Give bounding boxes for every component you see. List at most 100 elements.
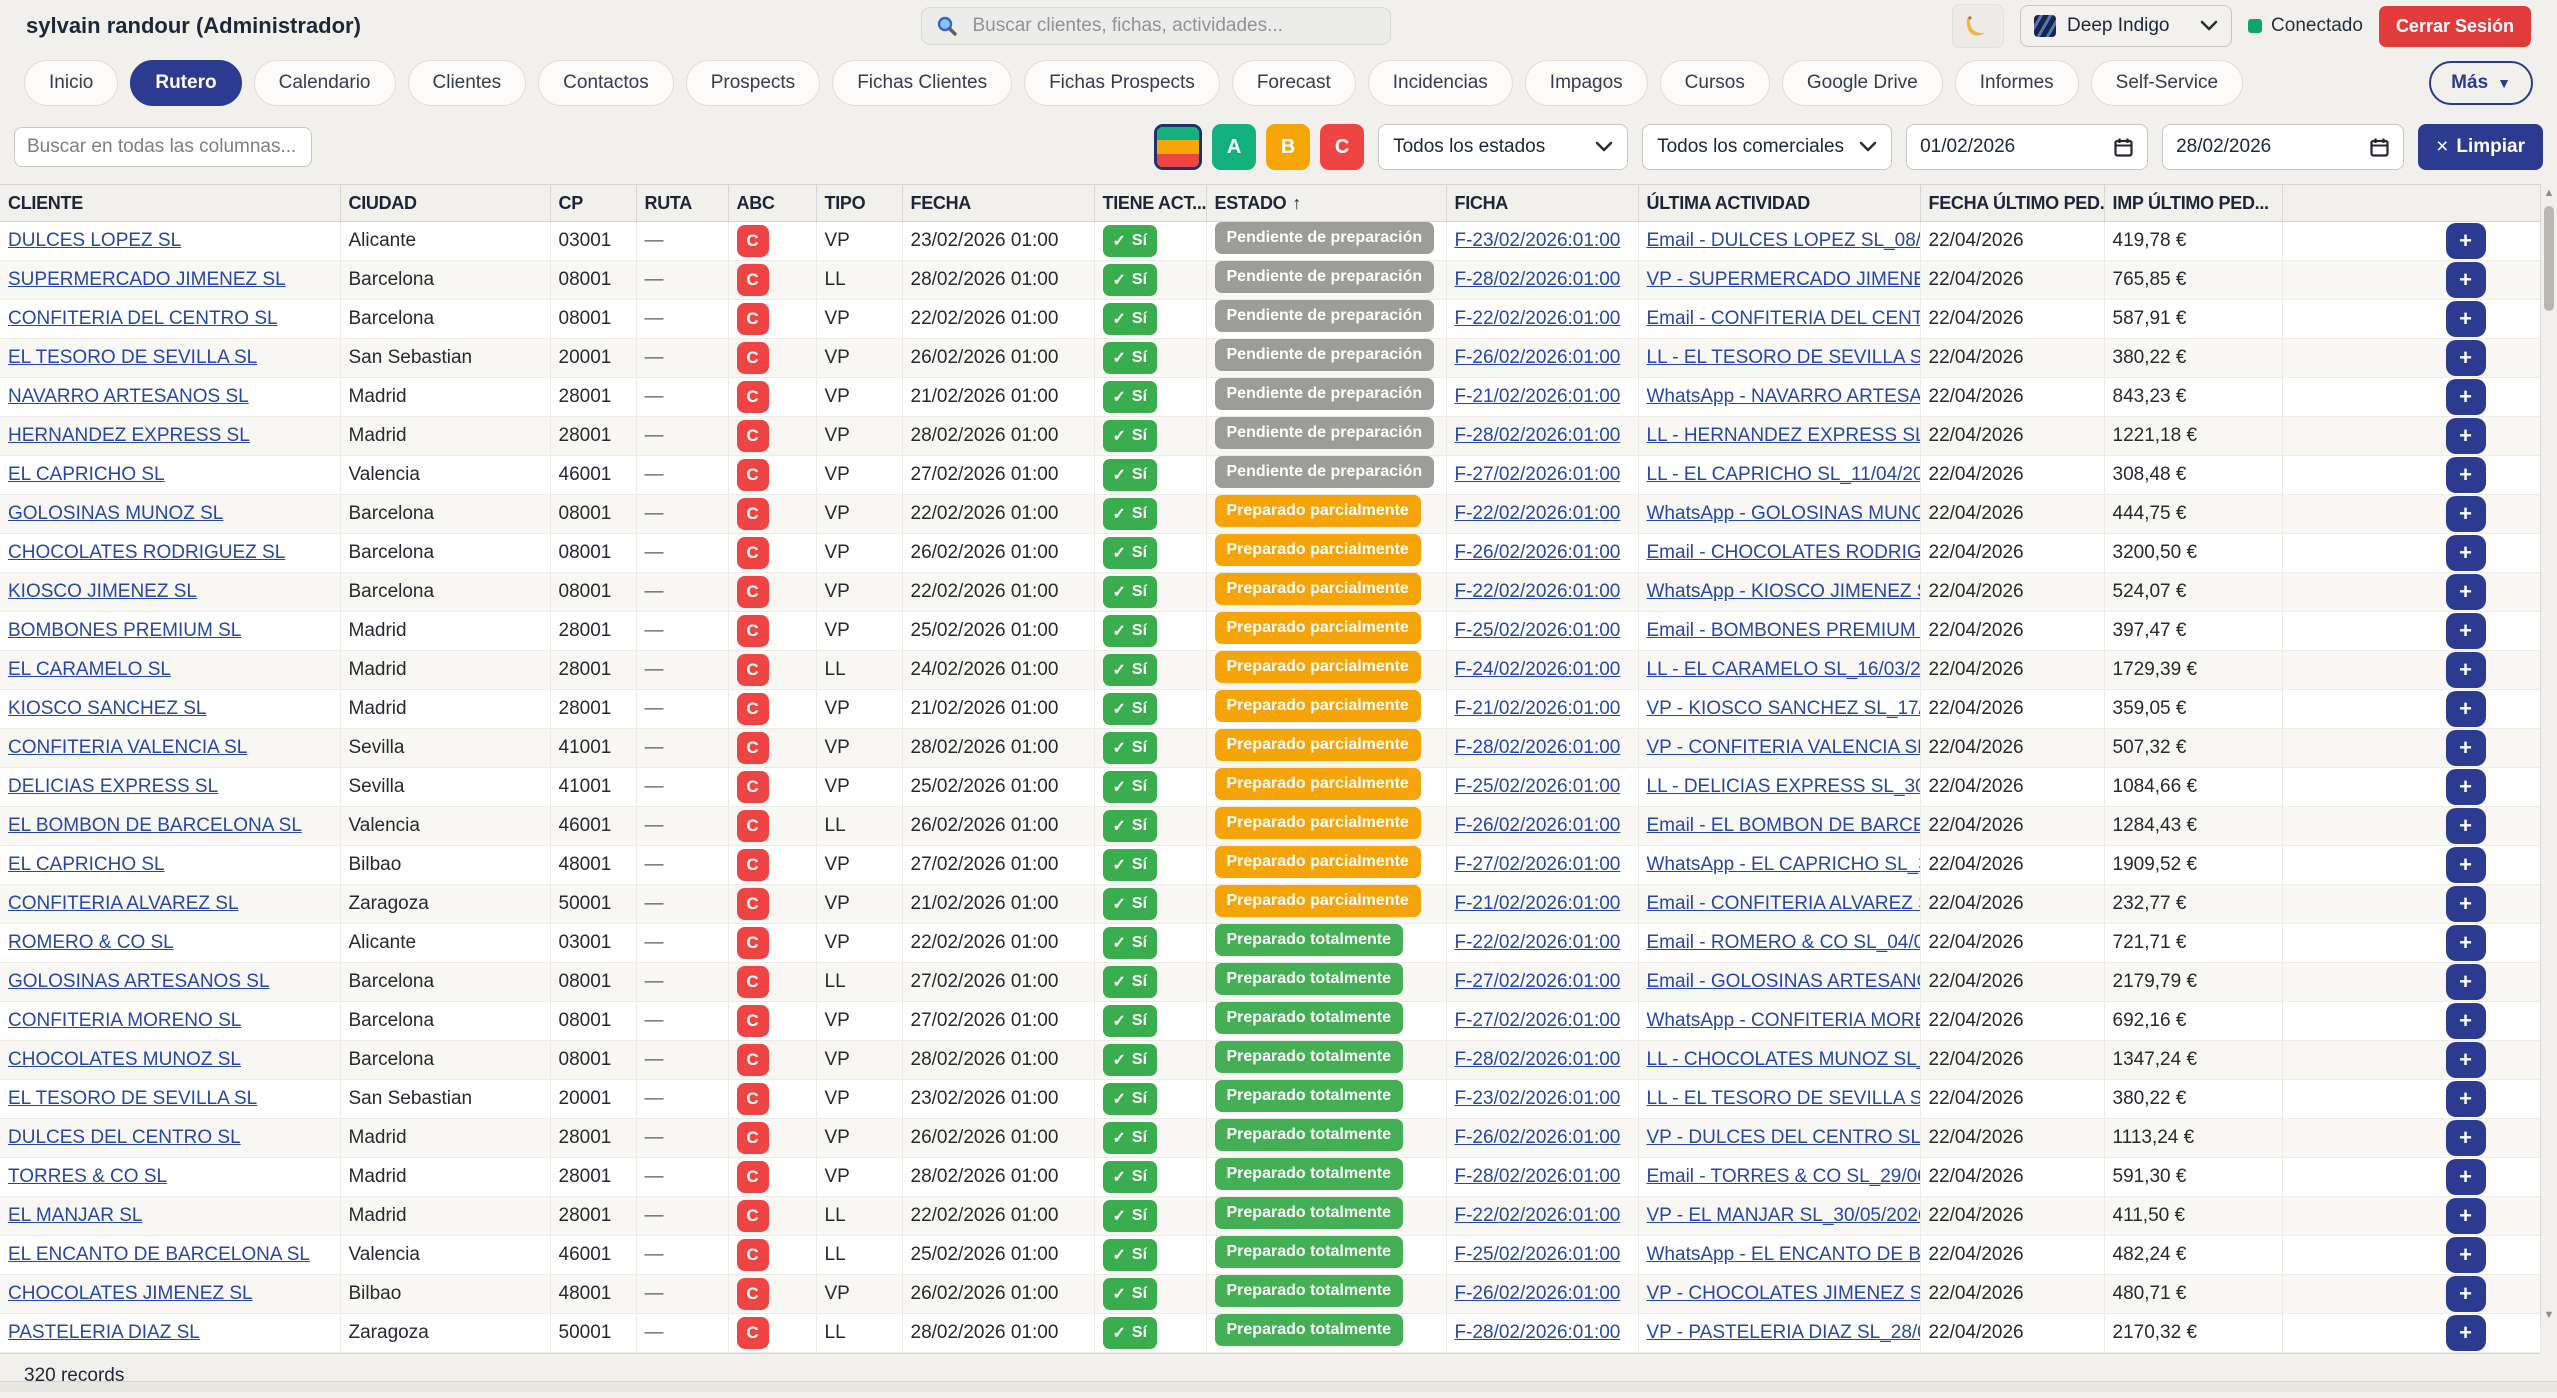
add-button[interactable]: + (2446, 301, 2486, 337)
actividad-link[interactable]: VP - CHOCOLATES JIMENEZ SL_15/0 (1647, 1283, 1921, 1304)
theme-select[interactable]: Deep Indigo (2020, 5, 2232, 47)
table-row[interactable]: CONFITERIA DEL CENTRO SL Barcelona 08001… (0, 300, 2540, 339)
table-row[interactable]: PASTELERIA DIAZ SL Zaragoza 50001 — C LL… (0, 1314, 2540, 1353)
table-row[interactable]: EL TESORO DE SEVILLA SL San Sebastian 20… (0, 1080, 2540, 1119)
table-row[interactable]: EL BOMBON DE BARCELONA SL Valencia 46001… (0, 807, 2540, 846)
add-button[interactable]: + (2446, 1237, 2486, 1273)
client-link[interactable]: EL CAPRICHO SL (8, 854, 165, 875)
vertical-scrollbar[interactable]: ▲ ▼ (2540, 184, 2557, 1324)
client-link[interactable]: GOLOSINAS ARTESANOS SL (8, 971, 270, 992)
client-link[interactable]: EL CARAMELO SL (8, 659, 171, 680)
ficha-link[interactable]: F-28/02/2026:01:00 (1455, 737, 1621, 758)
col-header-fecha[interactable]: FECHA (902, 185, 1094, 222)
table-row[interactable]: EL ENCANTO DE BARCELONA SL Valencia 4600… (0, 1236, 2540, 1275)
actividad-link[interactable]: LL - EL CARAMELO SL_16/03/2026 (1647, 659, 1921, 680)
actividad-link[interactable]: Email - GOLOSINAS ARTESANOS SL_ (1647, 971, 1921, 992)
client-link[interactable]: EL CAPRICHO SL (8, 464, 165, 485)
table-row[interactable]: TORRES & CO SL Madrid 28001 — C VP 28/02… (0, 1158, 2540, 1197)
client-link[interactable]: CONFITERIA VALENCIA SL (8, 737, 247, 758)
col-header-estado[interactable]: ESTADO↑ (1206, 185, 1446, 222)
add-button[interactable]: + (2446, 262, 2486, 298)
clear-filters-button[interactable]: × Limpiar (2418, 124, 2543, 170)
add-button[interactable]: + (2446, 418, 2486, 454)
actividad-link[interactable]: VP - KIOSCO SANCHEZ SL_17/05/20 (1647, 698, 1921, 719)
actividad-link[interactable]: VP - PASTELERIA DIAZ SL_28/02/202 (1647, 1322, 1921, 1343)
add-button[interactable]: + (2446, 964, 2486, 1000)
table-row[interactable]: EL MANJAR SL Madrid 28001 — C LL 22/02/2… (0, 1197, 2540, 1236)
ficha-link[interactable]: F-21/02/2026:01:00 (1455, 893, 1621, 914)
actividad-link[interactable]: Email - ROMERO & CO SL_04/05/202 (1647, 932, 1921, 953)
table-row[interactable]: CHOCOLATES MUNOZ SL Barcelona 08001 — C … (0, 1041, 2540, 1080)
abc-filter-c-button[interactable]: C (1320, 124, 1364, 170)
add-button[interactable]: + (2446, 1315, 2486, 1351)
nav-tab[interactable]: Incidencias (1368, 60, 1513, 106)
client-link[interactable]: CHOCOLATES RODRIGUEZ SL (8, 542, 285, 563)
ficha-link[interactable]: F-23/02/2026:01:00 (1455, 1088, 1621, 1109)
ficha-link[interactable]: F-28/02/2026:01:00 (1455, 1322, 1621, 1343)
client-link[interactable]: BOMBONES PREMIUM SL (8, 620, 241, 641)
add-button[interactable]: + (2446, 925, 2486, 961)
nav-tab[interactable]: Self-Service (2091, 60, 2243, 106)
add-button[interactable]: + (2446, 574, 2486, 610)
ficha-link[interactable]: F-26/02/2026:01:00 (1455, 542, 1621, 563)
add-button[interactable]: + (2446, 1276, 2486, 1312)
add-button[interactable]: + (2446, 496, 2486, 532)
nav-tab[interactable]: Contactos (538, 60, 674, 106)
add-button[interactable]: + (2446, 1003, 2486, 1039)
table-row[interactable]: EL TESORO DE SEVILLA SL San Sebastian 20… (0, 339, 2540, 378)
actividad-link[interactable]: WhatsApp - EL ENCANTO DE BARCE (1647, 1244, 1921, 1265)
col-header-ficha[interactable]: FICHA (1446, 185, 1638, 222)
client-link[interactable]: EL MANJAR SL (8, 1205, 142, 1226)
client-link[interactable]: HERNANDEZ EXPRESS SL (8, 425, 250, 446)
table-row[interactable]: CHOCOLATES RODRIGUEZ SL Barcelona 08001 … (0, 534, 2540, 573)
client-link[interactable]: DULCES LOPEZ SL (8, 230, 181, 251)
ficha-link[interactable]: F-22/02/2026:01:00 (1455, 581, 1621, 602)
col-header-cp[interactable]: CP (550, 185, 636, 222)
add-button[interactable]: + (2446, 457, 2486, 493)
actividad-link[interactable]: LL - EL CAPRICHO SL_11/04/2026 (1647, 464, 1921, 485)
abc-filter-b-button[interactable]: B (1266, 124, 1310, 170)
nav-tab[interactable]: Rutero (130, 60, 241, 106)
col-header-ciudad[interactable]: CIUDAD (340, 185, 550, 222)
abc-filter-a-button[interactable]: A (1212, 124, 1256, 170)
table-row[interactable]: CONFITERIA ALVAREZ SL Zaragoza 50001 — C… (0, 885, 2540, 924)
add-button[interactable]: + (2446, 1081, 2486, 1117)
table-row[interactable]: HERNANDEZ EXPRESS SL Madrid 28001 — C VP… (0, 417, 2540, 456)
client-link[interactable]: KIOSCO SANCHEZ SL (8, 698, 207, 719)
add-button[interactable]: + (2446, 1120, 2486, 1156)
ficha-link[interactable]: F-28/02/2026:01:00 (1455, 425, 1621, 446)
nav-tab[interactable]: Cursos (1660, 60, 1770, 106)
actividad-link[interactable]: Email - BOMBONES PREMIUM SL_13/ (1647, 620, 1921, 641)
table-row[interactable]: BOMBONES PREMIUM SL Madrid 28001 — C VP … (0, 612, 2540, 651)
table-row[interactable]: EL CAPRICHO SL Bilbao 48001 — C VP 27/02… (0, 846, 2540, 885)
more-button[interactable]: Más ▼ (2429, 61, 2533, 105)
add-button[interactable]: + (2446, 1198, 2486, 1234)
scrollbar-thumb[interactable] (2544, 206, 2554, 311)
ficha-link[interactable]: F-25/02/2026:01:00 (1455, 776, 1621, 797)
nav-tab[interactable]: Calendario (254, 60, 396, 106)
col-header-ruta[interactable]: RUTA (636, 185, 728, 222)
ficha-link[interactable]: F-25/02/2026:01:00 (1455, 620, 1621, 641)
actividad-link[interactable]: WhatsApp - CONFITERIA MORENO S (1647, 1010, 1921, 1031)
add-button[interactable]: + (2446, 808, 2486, 844)
ficha-link[interactable]: F-28/02/2026:01:00 (1455, 1166, 1621, 1187)
nav-tab[interactable]: Informes (1955, 60, 2079, 106)
table-row[interactable]: SUPERMERCADO JIMENEZ SL Barcelona 08001 … (0, 261, 2540, 300)
actividad-link[interactable]: WhatsApp - EL CAPRICHO SL_30/04/ (1647, 854, 1921, 875)
ficha-link[interactable]: F-26/02/2026:01:00 (1455, 815, 1621, 836)
actividad-link[interactable]: VP - EL MANJAR SL_30/05/2026 (1647, 1205, 1921, 1226)
ficha-link[interactable]: F-28/02/2026:01:00 (1455, 269, 1621, 290)
table-row[interactable]: KIOSCO SANCHEZ SL Madrid 28001 — C VP 21… (0, 690, 2540, 729)
client-link[interactable]: KIOSCO JIMENEZ SL (8, 581, 197, 602)
ficha-link[interactable]: F-22/02/2026:01:00 (1455, 1205, 1621, 1226)
abc-all-filter-button[interactable] (1154, 124, 1202, 170)
actividad-link[interactable]: WhatsApp - KIOSCO JIMENEZ SL_21/ (1647, 581, 1921, 602)
table-row[interactable]: DULCES LOPEZ SL Alicante 03001 — C VP 23… (0, 222, 2540, 261)
client-link[interactable]: EL ENCANTO DE BARCELONA SL (8, 1244, 310, 1265)
client-link[interactable]: TORRES & CO SL (8, 1166, 167, 1187)
actividad-link[interactable]: VP - CONFITERIA VALENCIA SL_06/0 (1647, 737, 1921, 758)
col-header-abc[interactable]: ABC (728, 185, 816, 222)
ficha-link[interactable]: F-26/02/2026:01:00 (1455, 347, 1621, 368)
nav-tab[interactable]: Impagos (1525, 60, 1648, 106)
actividad-link[interactable]: LL - CHOCOLATES MUNOZ SL_15/06 (1647, 1049, 1921, 1070)
